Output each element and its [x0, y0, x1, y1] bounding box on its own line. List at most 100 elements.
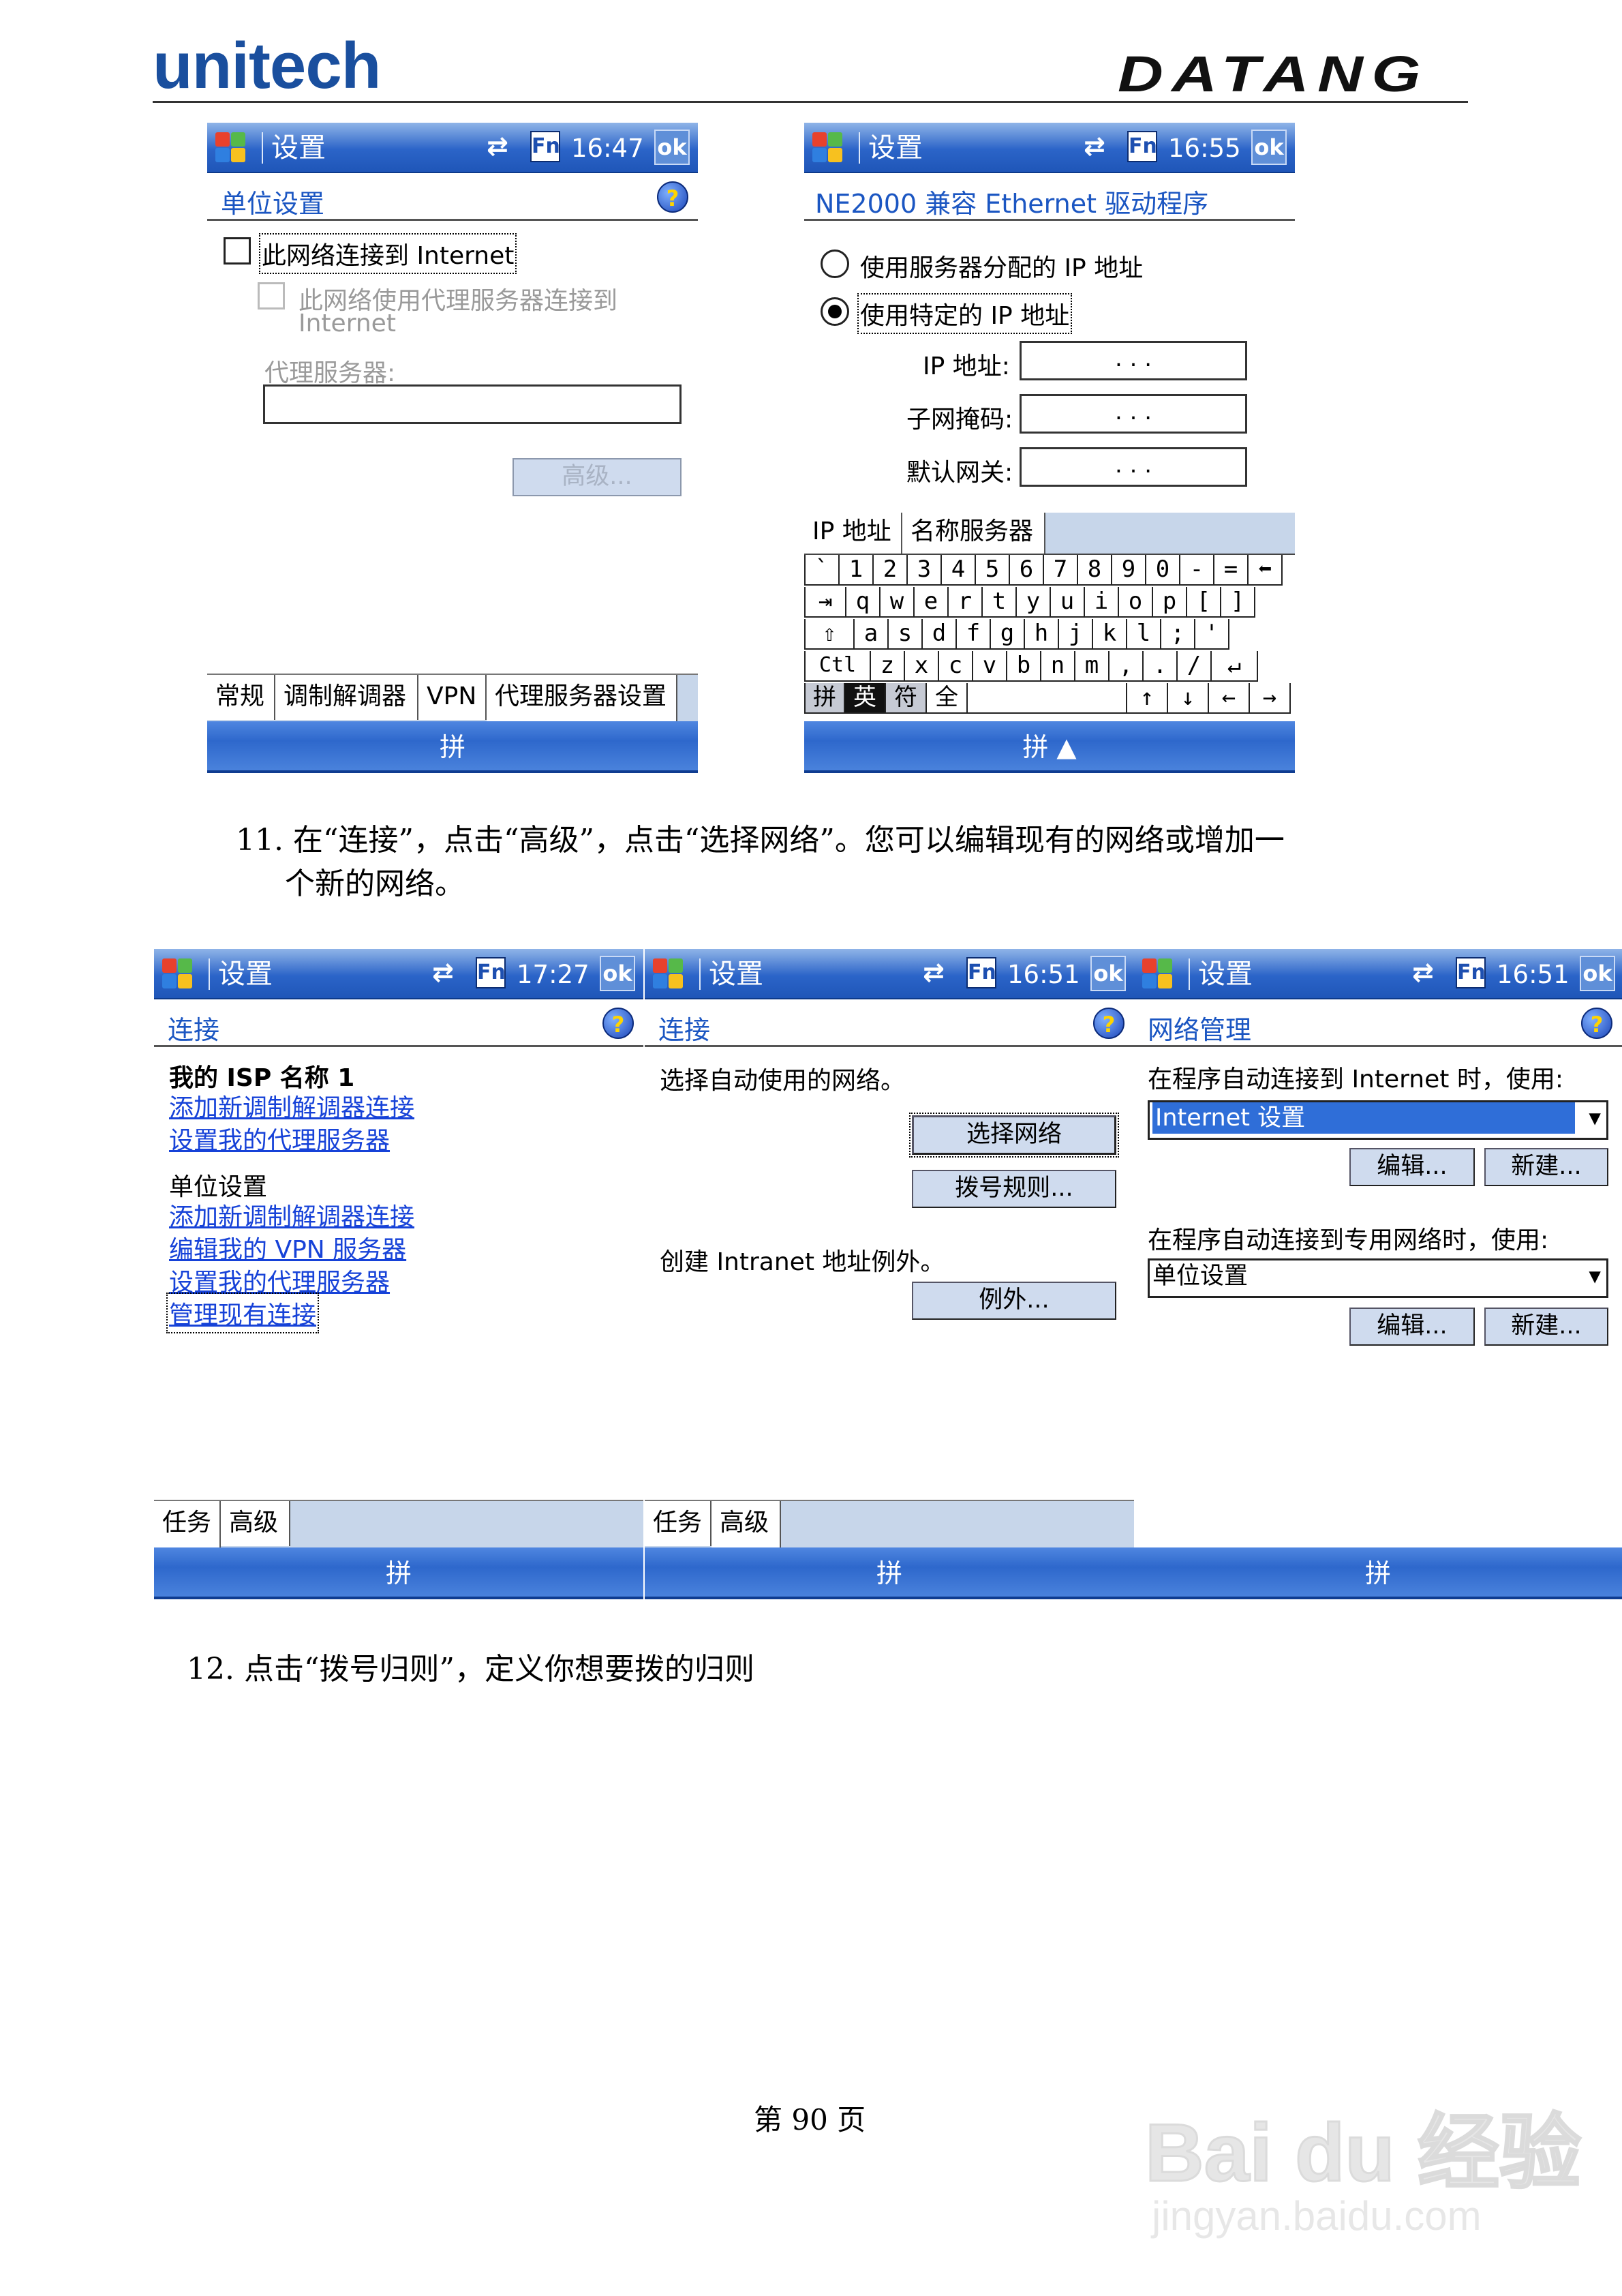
windows-start-icon[interactable] — [1141, 957, 1174, 991]
connect-internet-label[interactable]: 此网络连接到 Internet — [258, 233, 517, 274]
left-arrow-key[interactable]: ← — [1209, 683, 1250, 714]
key[interactable]: 0 — [1146, 555, 1180, 586]
tab-tasks[interactable]: 任务 — [645, 1501, 711, 1546]
tab-tasks[interactable]: 任务 — [154, 1501, 221, 1549]
key[interactable]: q — [846, 587, 881, 618]
key[interactable]: j — [1059, 619, 1093, 650]
windows-start-icon[interactable] — [811, 131, 844, 165]
connectivity-icon[interactable]: ⇄ — [1412, 957, 1434, 987]
ok-button[interactable]: ok — [1580, 956, 1615, 991]
pinyin-mode-key[interactable]: 拼 — [804, 683, 845, 714]
down-arrow-key[interactable]: ↓ — [1168, 683, 1209, 714]
edit-work-button[interactable]: 编辑... — [1349, 1308, 1475, 1346]
key[interactable]: u — [1051, 587, 1085, 618]
key[interactable]: b — [1007, 651, 1041, 682]
key[interactable]: w — [881, 587, 915, 618]
clock[interactable]: 16:47 — [571, 134, 644, 163]
ctrl-key[interactable]: Ctl — [804, 651, 871, 682]
chevron-down-icon[interactable]: ▾ — [1589, 1260, 1601, 1292]
subnet-mask-input[interactable]: . . . — [1020, 394, 1247, 434]
key[interactable]: a — [855, 619, 889, 650]
fn-key-icon[interactable]: Fn — [1127, 131, 1157, 162]
fn-key-icon[interactable]: Fn — [530, 131, 560, 162]
key[interactable]: / — [1178, 651, 1212, 682]
connectivity-icon[interactable]: ⇄ — [1084, 131, 1105, 161]
ip-address-input[interactable]: . . . — [1020, 341, 1247, 380]
advanced-button[interactable]: 高级... — [512, 458, 682, 496]
key[interactable]: 3 — [908, 555, 942, 586]
isp-add-modem-link[interactable]: 添加新调制解调器连接 — [169, 1088, 414, 1123]
key[interactable]: . — [1144, 651, 1178, 682]
key[interactable]: p — [1153, 587, 1187, 618]
key[interactable]: g — [991, 619, 1025, 650]
select-networks-button[interactable]: 选择网络 — [909, 1113, 1119, 1158]
fn-key-icon[interactable]: Fn — [1456, 957, 1486, 988]
key[interactable]: ; — [1161, 619, 1195, 650]
tab-vpn[interactable]: VPN — [418, 675, 487, 720]
server-ip-radio[interactable] — [821, 250, 849, 278]
use-proxy-checkbox[interactable] — [258, 282, 285, 309]
key[interactable]: f — [957, 619, 991, 650]
help-icon[interactable]: ? — [1093, 1008, 1124, 1039]
caps-key[interactable]: ⇧ — [804, 619, 855, 650]
help-icon[interactable]: ? — [657, 181, 688, 213]
new-internet-button[interactable]: 新建... — [1484, 1148, 1608, 1186]
key[interactable]: s — [889, 619, 923, 650]
key[interactable]: e — [915, 587, 949, 618]
key[interactable]: d — [923, 619, 957, 650]
help-icon[interactable]: ? — [1581, 1008, 1612, 1039]
new-work-button[interactable]: 新建... — [1484, 1308, 1608, 1346]
up-arrow-key[interactable]: ↑ — [1127, 683, 1168, 714]
space-key[interactable] — [968, 683, 1127, 714]
tab-key[interactable]: ⇥ — [804, 587, 846, 618]
key[interactable]: k — [1093, 619, 1127, 650]
connectivity-icon[interactable]: ⇄ — [432, 957, 454, 987]
manage-connections-link[interactable]: 管理现有连接 — [166, 1293, 320, 1333]
ok-button[interactable]: ok — [600, 956, 635, 991]
connectivity-icon[interactable]: ⇄ — [487, 131, 508, 161]
input-panel-bar[interactable]: 拼 — [645, 1547, 1134, 1599]
input-panel-bar[interactable]: 拼 — [154, 1547, 643, 1599]
tab-advanced[interactable]: 高级 — [221, 1501, 290, 1546]
key[interactable]: 5 — [976, 555, 1010, 586]
edit-internet-button[interactable]: 编辑... — [1349, 1148, 1475, 1186]
key[interactable]: o — [1119, 587, 1153, 618]
input-panel-bar[interactable]: 拼 — [1134, 1547, 1622, 1599]
key[interactable]: 9 — [1112, 555, 1146, 586]
input-panel-bar[interactable]: 拼 ▲ — [804, 721, 1295, 773]
key[interactable]: ` — [804, 555, 840, 586]
key[interactable]: ' — [1195, 619, 1229, 650]
clock[interactable]: 17:27 — [517, 960, 590, 989]
key[interactable]: v — [973, 651, 1007, 682]
key[interactable]: y — [1017, 587, 1051, 618]
ok-button[interactable]: ok — [1251, 130, 1287, 165]
internet-network-select[interactable]: Internet 设置 ▾ — [1148, 1100, 1608, 1140]
tab-modem[interactable]: 调制解调器 — [275, 675, 418, 720]
exceptions-button[interactable]: 例外... — [912, 1282, 1116, 1320]
work-network-select[interactable]: 单位设置 ▾ — [1148, 1258, 1608, 1298]
key[interactable]: 8 — [1078, 555, 1112, 586]
clock[interactable]: 16:51 — [1497, 960, 1570, 989]
clock[interactable]: 16:51 — [1007, 960, 1080, 989]
key[interactable]: l — [1127, 619, 1161, 650]
server-ip-label[interactable]: 使用服务器分配的 IP 地址 — [860, 248, 1143, 284]
key[interactable]: 6 — [1010, 555, 1044, 586]
windows-start-icon[interactable] — [214, 131, 247, 165]
key[interactable]: 4 — [942, 555, 976, 586]
key[interactable]: 1 — [840, 555, 874, 586]
key[interactable]: h — [1025, 619, 1059, 650]
work-proxy-link[interactable]: 设置我的代理服务器 — [169, 1263, 390, 1298]
fullwidth-mode-key[interactable]: 全 — [927, 683, 968, 714]
key[interactable]: x — [905, 651, 939, 682]
fn-key-icon[interactable]: Fn — [966, 957, 996, 988]
key[interactable]: c — [939, 651, 973, 682]
key[interactable]: , — [1110, 651, 1144, 682]
proxy-server-input[interactable] — [263, 384, 682, 424]
key[interactable]: i — [1085, 587, 1119, 618]
key[interactable]: z — [871, 651, 905, 682]
connect-internet-checkbox[interactable] — [224, 237, 251, 265]
key[interactable]: [ — [1187, 587, 1221, 618]
ok-button[interactable]: ok — [1090, 956, 1126, 991]
windows-start-icon[interactable] — [652, 957, 684, 991]
key[interactable]: 2 — [874, 555, 908, 586]
